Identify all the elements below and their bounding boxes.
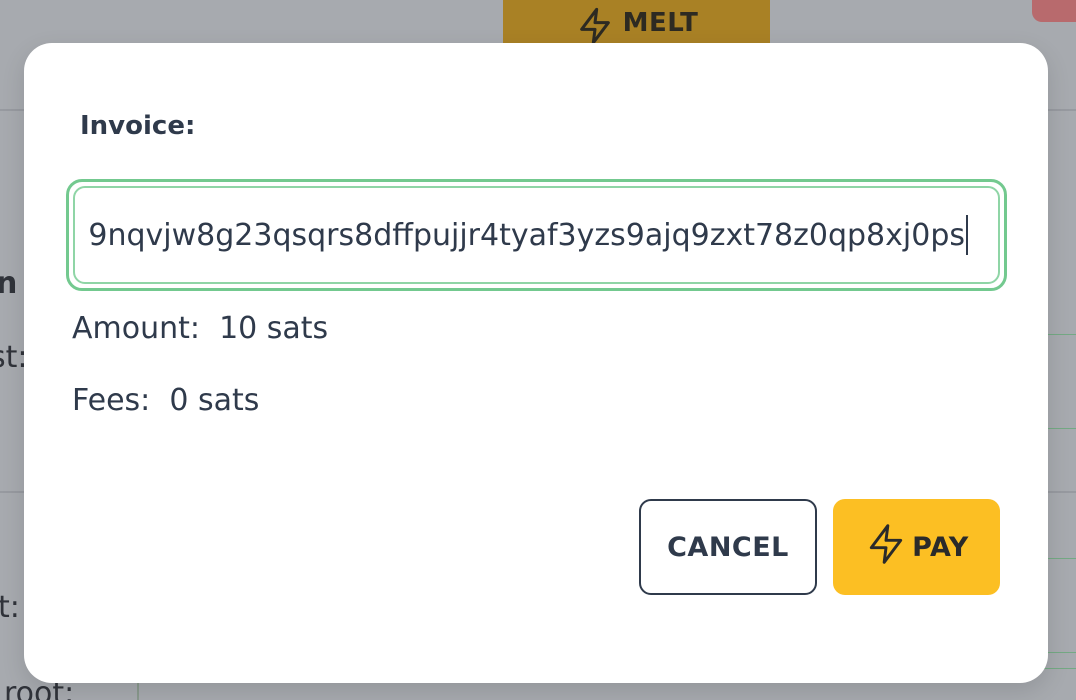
text-caret <box>966 215 968 255</box>
lightning-bolt-icon <box>864 522 908 573</box>
pay-button[interactable]: PAY <box>833 499 1000 595</box>
pay-invoice-dialog: Invoice: 9nqvjw8g23qsqrs8dffpujjr4tyaf3y… <box>24 43 1048 683</box>
cancel-button-label: CANCEL <box>667 531 789 563</box>
melt-button-label: MELT <box>622 8 699 38</box>
invoice-label: Invoice: <box>80 111 196 141</box>
background-text: n <box>0 266 18 301</box>
invoice-input[interactable]: 9nqvjw8g23qsqrs8dffpujjr4tyaf3yzs9ajq9zx… <box>73 186 1000 284</box>
pay-button-label: PAY <box>912 531 969 563</box>
background-red-button <box>1032 0 1076 22</box>
background-divider <box>137 680 139 700</box>
invoice-input-value: 9nqvjw8g23qsqrs8dffpujjr4tyaf3yzs9ajq9zx… <box>88 217 965 253</box>
background-text: t: <box>0 590 20 625</box>
invoice-field-focus-ring: 9nqvjw8g23qsqrs8dffpujjr4tyaf3yzs9ajq9zx… <box>66 179 1007 291</box>
cancel-button[interactable]: CANCEL <box>639 499 817 595</box>
amount-text: Amount: 10 sats <box>72 311 329 346</box>
fees-text: Fees: 0 sats <box>72 383 260 418</box>
